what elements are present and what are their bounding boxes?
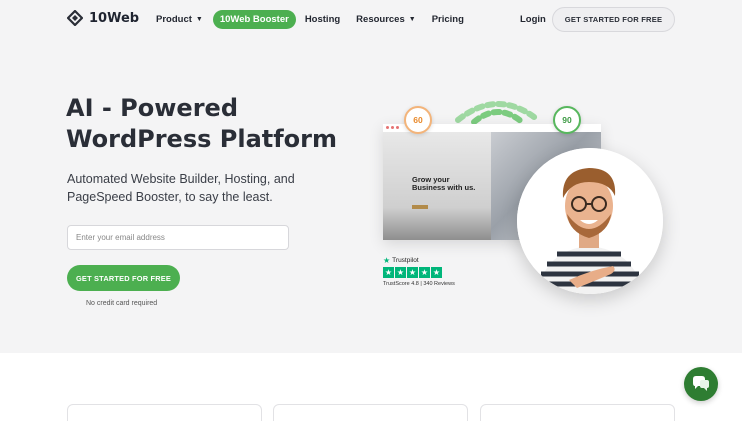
mockup-heading-line2: Business with us. bbox=[412, 183, 476, 192]
nav-links: Product ▼ 10Web Booster Hosting Resource… bbox=[150, 10, 464, 29]
star-icon: ★ bbox=[395, 267, 406, 278]
avatar bbox=[517, 148, 663, 294]
mockup-left-panel: Grow your Business with us. bbox=[383, 132, 491, 240]
star-icon: ★ bbox=[383, 267, 394, 278]
window-dots bbox=[386, 126, 399, 129]
logo[interactable]: 10Web bbox=[67, 10, 139, 26]
chevron-down-icon: ▼ bbox=[408, 16, 416, 23]
logo-text: 10Web bbox=[89, 10, 140, 26]
chevron-down-icon: ▼ bbox=[195, 16, 203, 23]
pagespeed-score-before: 60 bbox=[404, 106, 432, 134]
nav-product[interactable]: Product ▼ bbox=[156, 14, 203, 25]
trustpilot-score: TrustScore 4.8 | 340 Reviews bbox=[383, 281, 455, 287]
hero-title-line1: AI - Powered bbox=[66, 94, 238, 122]
star-icon: ★ bbox=[383, 256, 391, 265]
email-input[interactable]: Enter your email address bbox=[67, 225, 289, 250]
person-illustration bbox=[517, 148, 663, 294]
no-credit-card-note: No credit card required bbox=[86, 300, 158, 307]
nav-resources[interactable]: Resources ▼ bbox=[356, 14, 416, 25]
nav-pricing[interactable]: Pricing bbox=[432, 14, 464, 25]
get-started-hero-button[interactable]: GET STARTED FOR FREE bbox=[67, 265, 180, 291]
feature-card[interactable] bbox=[273, 404, 468, 421]
nav-product-label: Product bbox=[156, 14, 192, 25]
login-link[interactable]: Login bbox=[520, 14, 546, 25]
chat-bubbles-icon bbox=[693, 376, 709, 391]
trustpilot-label: Trustpilot bbox=[392, 257, 419, 264]
nav-hosting[interactable]: Hosting bbox=[305, 14, 340, 25]
mockup-heading: Grow your Business with us. bbox=[412, 176, 475, 192]
star-icon: ★ bbox=[431, 267, 442, 278]
pagespeed-score-after: 90 bbox=[553, 106, 581, 134]
get-started-nav-button[interactable]: GET STARTED FOR FREE bbox=[552, 7, 675, 32]
feature-card[interactable] bbox=[480, 404, 675, 421]
nav-10web-booster[interactable]: 10Web Booster bbox=[212, 10, 296, 29]
speed-waves-icon bbox=[455, 101, 541, 125]
hero-title: AI - Powered WordPress Platform bbox=[66, 93, 366, 155]
hero-subtitle: Automated Website Builder, Hosting, and … bbox=[67, 172, 295, 204]
feature-card[interactable] bbox=[67, 404, 262, 421]
nav-resources-label: Resources bbox=[356, 14, 405, 25]
top-navigation: 10Web Product ▼ 10Web Booster Hosting Re… bbox=[0, 0, 742, 40]
trustpilot-stars: ★ ★ ★ ★ ★ bbox=[383, 267, 455, 278]
hero-title-line2: WordPress Platform bbox=[66, 125, 338, 153]
trustpilot-name: ★ Trustpilot bbox=[383, 256, 455, 265]
mockup-button bbox=[412, 205, 428, 209]
star-icon: ★ bbox=[407, 267, 418, 278]
10web-logo-icon bbox=[67, 10, 83, 26]
chat-button[interactable] bbox=[684, 367, 718, 401]
trustpilot-badge[interactable]: ★ Trustpilot ★ ★ ★ ★ ★ TrustScore 4.8 | … bbox=[383, 256, 455, 287]
star-icon: ★ bbox=[419, 267, 430, 278]
